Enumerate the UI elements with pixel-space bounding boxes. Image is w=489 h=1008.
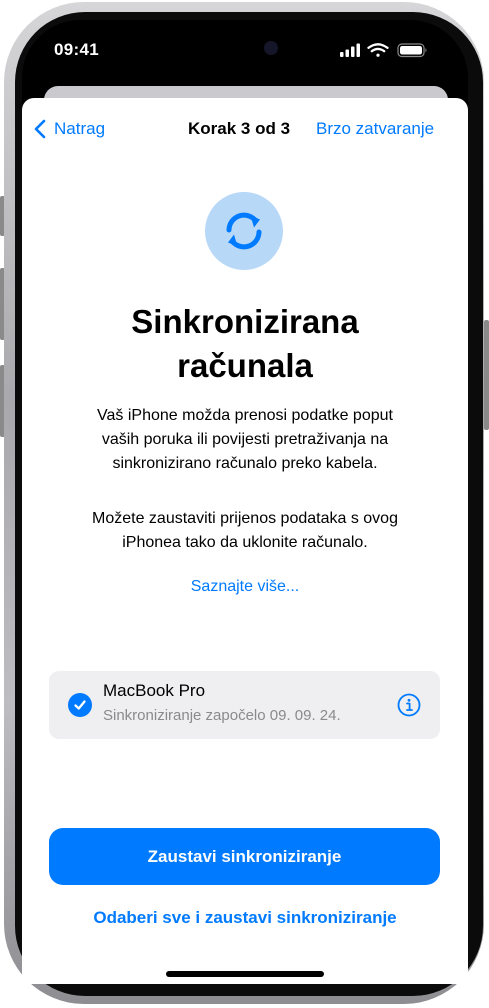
device-name: MacBook Pro xyxy=(103,681,206,700)
device-frame: 09:41 Natrag Korak 3 od 3 Brzo zatvaranj… xyxy=(0,0,489,1008)
battery-icon xyxy=(397,43,427,58)
sync-badge xyxy=(205,192,283,270)
front-camera xyxy=(264,41,278,55)
status-icons xyxy=(340,43,427,58)
cellular-signal-icon xyxy=(340,43,360,57)
quick-exit-button[interactable]: Brzo zatvaranje xyxy=(316,119,434,139)
back-button[interactable]: Natrag xyxy=(34,116,105,142)
stop-sync-button[interactable]: Zaustavi sinkroniziranje xyxy=(49,828,440,885)
device-sync-status: Sinkroniziranje započelo 09. 09. 24. xyxy=(103,707,341,724)
checkmark-glyph xyxy=(74,700,86,710)
select-all-stop-sync-button[interactable]: Odaberi sve i zaustavi sinkroniziranje xyxy=(42,908,448,928)
side-button xyxy=(484,320,489,430)
step-indicator: Korak 3 od 3 xyxy=(188,119,291,138)
status-time: 09:41 xyxy=(54,40,99,59)
info-icon[interactable] xyxy=(397,693,421,717)
checkmark-icon[interactable] xyxy=(68,693,92,717)
sync-icon xyxy=(226,212,262,250)
wifi-icon xyxy=(367,43,389,57)
description-paragraph-2: Možete zaustaviti prijenos podataka s ov… xyxy=(92,510,398,551)
back-label: Natrag xyxy=(54,119,106,138)
page-title: Sinkronizirana računala xyxy=(131,303,359,384)
learn-more-link[interactable]: Saznajte više... xyxy=(42,578,448,596)
device-list-item[interactable]: MacBook Pro Sinkroniziranje započelo 09.… xyxy=(49,671,440,739)
description-paragraph-1: Vaš iPhone možda prenosi podatke poput v… xyxy=(97,407,393,472)
chevron-left-icon xyxy=(34,119,46,139)
modal-sheet: Natrag Korak 3 od 3 Brzo zatvaranje Sink… xyxy=(22,98,468,984)
home-indicator[interactable] xyxy=(166,971,324,977)
